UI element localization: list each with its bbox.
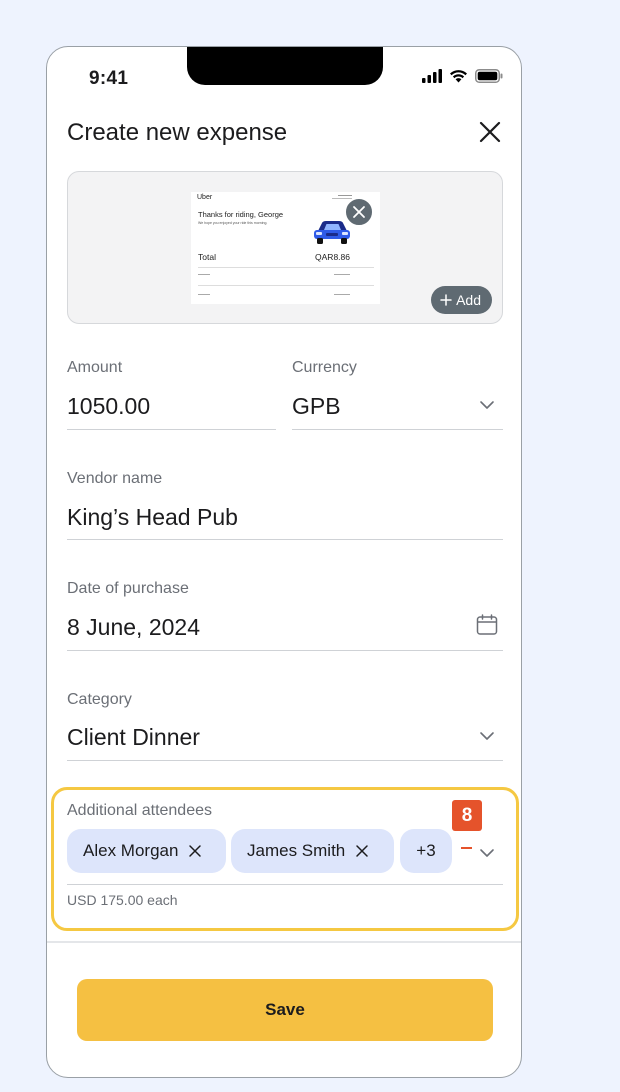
page-title: Create new expense [67,119,288,146]
remove-photo-button[interactable] [344,197,374,227]
footer-divider [47,941,521,943]
battery-icon [475,69,503,83]
wifi-icon [450,70,467,83]
attendees-label: Additional attendees [67,802,212,819]
plus-icon [440,294,452,306]
save-button[interactable]: Save [77,979,493,1041]
date-label: Date of purchase [67,580,189,597]
receipt-divider [198,267,374,268]
chevron-down-icon[interactable] [479,845,495,861]
receipt-thanks: Thanks for riding, George [198,210,284,219]
annotation-badge: 8 [452,800,482,831]
amount-label: Amount [67,359,123,376]
date-underline [67,650,503,651]
more-attendees-chip[interactable]: +3 [400,829,452,873]
attendees-underline [67,884,503,885]
attendee-name: Alex Morgan [83,841,179,860]
currency-select[interactable]: GPB [292,393,341,420]
category-select[interactable]: Client Dinner [67,724,200,751]
vendor-label: Vendor name [67,470,163,487]
calendar-icon[interactable] [475,613,499,637]
currency-label: Currency [292,359,357,376]
vendor-underline [67,539,503,540]
currency-underline [292,429,503,430]
vendor-input[interactable]: King’s Head Pub [67,504,238,531]
phone-frame: 9:41 Create new expense Uber Thanks for … [46,46,522,1078]
receipt-upload-area[interactable]: Uber Thanks for riding, George We hope y… [67,171,503,324]
close-button[interactable] [477,119,503,145]
receipt-date-lines [332,193,352,199]
signal-icon [422,69,442,83]
more-attendees-count: +3 [416,841,436,860]
category-label: Category [67,691,132,708]
receipt-row [198,274,350,275]
close-icon [479,121,501,143]
close-icon [189,845,202,857]
receipt-divider [198,285,374,286]
receipt-subtext: We hope you enjoyed your ride this morni… [198,221,268,225]
add-photo-label: Add [456,292,481,308]
chevron-down-icon[interactable] [479,728,495,744]
attendee-chip[interactable]: James Smith [231,829,394,873]
status-time: 9:41 [89,68,129,89]
receipt-total-label: Total [198,252,216,262]
category-underline [67,760,503,761]
close-icon [353,206,365,218]
amount-underline [67,429,276,430]
chevron-down-icon[interactable] [479,397,495,413]
add-photo-button[interactable]: Add [431,286,492,314]
date-input[interactable]: 8 June, 2024 [67,614,200,641]
attendee-name: James Smith [247,841,346,860]
receipt-row [198,294,350,295]
attendee-chip[interactable]: Alex Morgan [67,829,226,873]
receipt-total-value: QAR8.86 [315,252,350,262]
device-notch [187,47,383,85]
annotation-mark [461,847,472,849]
remove-attendee-button[interactable] [188,844,202,858]
amount-input[interactable]: 1050.00 [67,393,150,420]
close-icon [356,845,368,857]
remove-attendee-button[interactable] [355,844,369,858]
per-person-amount: USD 175.00 each [67,892,178,908]
receipt-brand: Uber [197,194,213,201]
car-icon [314,221,350,244]
status-icons [422,69,503,83]
